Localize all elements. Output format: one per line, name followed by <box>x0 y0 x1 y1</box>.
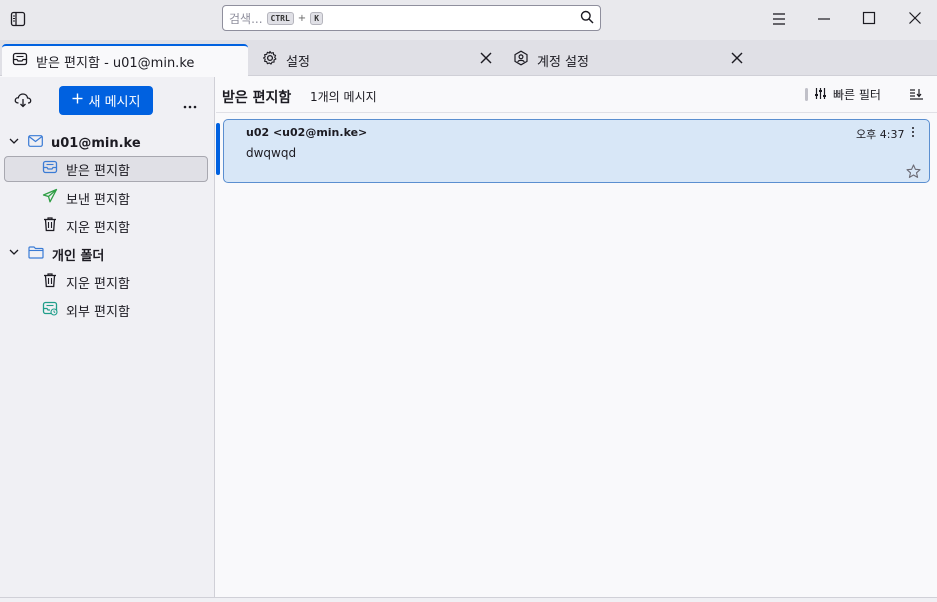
message-subject: dwqwqd <box>246 146 297 160</box>
window-close-icon[interactable] <box>908 11 922 25</box>
chevron-down-icon[interactable] <box>8 246 20 262</box>
folder-inbox[interactable]: 받은 편지함 <box>4 156 208 182</box>
tab-label: 설정 <box>286 54 310 70</box>
new-message-label: 새 메시지 <box>88 95 141 110</box>
folder-local-trash[interactable]: 지운 편지함 <box>42 269 208 295</box>
close-icon[interactable] <box>480 52 492 68</box>
tab-settings[interactable]: 설정 <box>252 44 500 76</box>
send-icon <box>42 188 58 208</box>
shortcut-ctrl-key: CTRL <box>266 11 294 25</box>
local-folders-name: 개인 폴더 <box>52 248 105 264</box>
mail-account-icon <box>28 135 43 151</box>
shortcut-k-key: K <box>310 11 324 25</box>
new-message-button[interactable]: 새 메시지 <box>59 86 153 115</box>
close-icon[interactable] <box>731 52 743 68</box>
tab-label: 받은 편지함 - u01@min.ke <box>36 55 195 71</box>
folder-icon <box>28 245 44 263</box>
inbox-icon <box>12 51 28 71</box>
message-row[interactable]: u02 <u02@min.ke> 오후 4:37 dwqwqd <box>223 119 930 183</box>
folder-label: 지운 편지함 <box>66 276 130 292</box>
trash-icon <box>42 216 58 236</box>
folder-sent[interactable]: 보낸 편지함 <box>42 185 208 211</box>
search-placeholder: 검색... <box>229 11 263 26</box>
plus-icon <box>72 93 83 108</box>
star-icon[interactable] <box>906 164 921 182</box>
folder-label: 받은 편지함 <box>66 163 130 179</box>
sidebar-toggle-icon[interactable] <box>10 11 26 27</box>
message-time: 오후 4:37 <box>856 128 905 141</box>
filter-icon <box>814 87 827 103</box>
local-folders-row[interactable]: 개인 폴더 <box>8 241 208 267</box>
message-menu-icon[interactable] <box>911 126 915 141</box>
list-display-options-icon[interactable] <box>909 88 924 105</box>
trash-icon <box>42 272 58 292</box>
message-count: 1개의 메시지 <box>310 90 377 104</box>
title-bar: 검색... CTRL + K <box>0 0 937 40</box>
folder-trash[interactable]: 지운 편지함 <box>42 213 208 239</box>
account-settings-icon <box>513 50 529 70</box>
folder-title: 받은 편지함 <box>222 90 292 106</box>
gear-icon <box>262 50 278 70</box>
search-icon[interactable] <box>580 10 594 27</box>
quick-filter-button[interactable]: 빠른 필터 <box>805 86 881 103</box>
tab-bar: 받은 편지함 - u01@min.ke 설정 계정 설정 <box>0 40 937 76</box>
minimize-icon[interactable] <box>817 12 831 26</box>
message-list-header: 받은 편지함 1개의 메시지 빠른 필터 <box>216 77 937 113</box>
inbox-icon <box>42 159 58 179</box>
get-messages-icon[interactable] <box>14 92 32 111</box>
more-options-icon[interactable] <box>183 98 197 112</box>
tab-inbox[interactable]: 받은 편지함 - u01@min.ke <box>2 44 248 76</box>
shortcut-plus: + <box>297 12 307 24</box>
folder-label: 지운 편지함 <box>66 220 130 236</box>
account-row[interactable]: u01@min.ke <box>8 130 208 156</box>
folder-label: 외부 편지함 <box>66 304 130 320</box>
maximize-icon[interactable] <box>862 11 876 25</box>
message-list-pane: 받은 편지함 1개의 메시지 빠른 필터 u02 <u02@min.ke> 오후… <box>216 77 937 597</box>
tab-label: 계정 설정 <box>537 54 589 70</box>
message-sender: u02 <u02@min.ke> <box>246 126 368 139</box>
account-name: u01@min.ke <box>51 135 141 151</box>
folder-label: 보낸 편지함 <box>66 192 130 208</box>
tab-account-settings[interactable]: 계정 설정 <box>503 44 751 76</box>
chevron-down-icon[interactable] <box>8 135 20 151</box>
quick-filter-label: 빠른 필터 <box>833 88 881 102</box>
search-input[interactable]: 검색... CTRL + K <box>222 5 601 31</box>
status-bar <box>0 597 937 602</box>
toggle-indicator <box>805 88 808 101</box>
folder-outbox[interactable]: 외부 편지함 <box>42 297 208 323</box>
selection-indicator <box>216 123 220 175</box>
outbox-icon <box>42 300 58 320</box>
menu-icon[interactable] <box>771 12 787 26</box>
folder-pane: 새 메시지 u01@min.ke 받은 편지함 보낸 편지함 지운 편지함 개인… <box>0 77 215 597</box>
